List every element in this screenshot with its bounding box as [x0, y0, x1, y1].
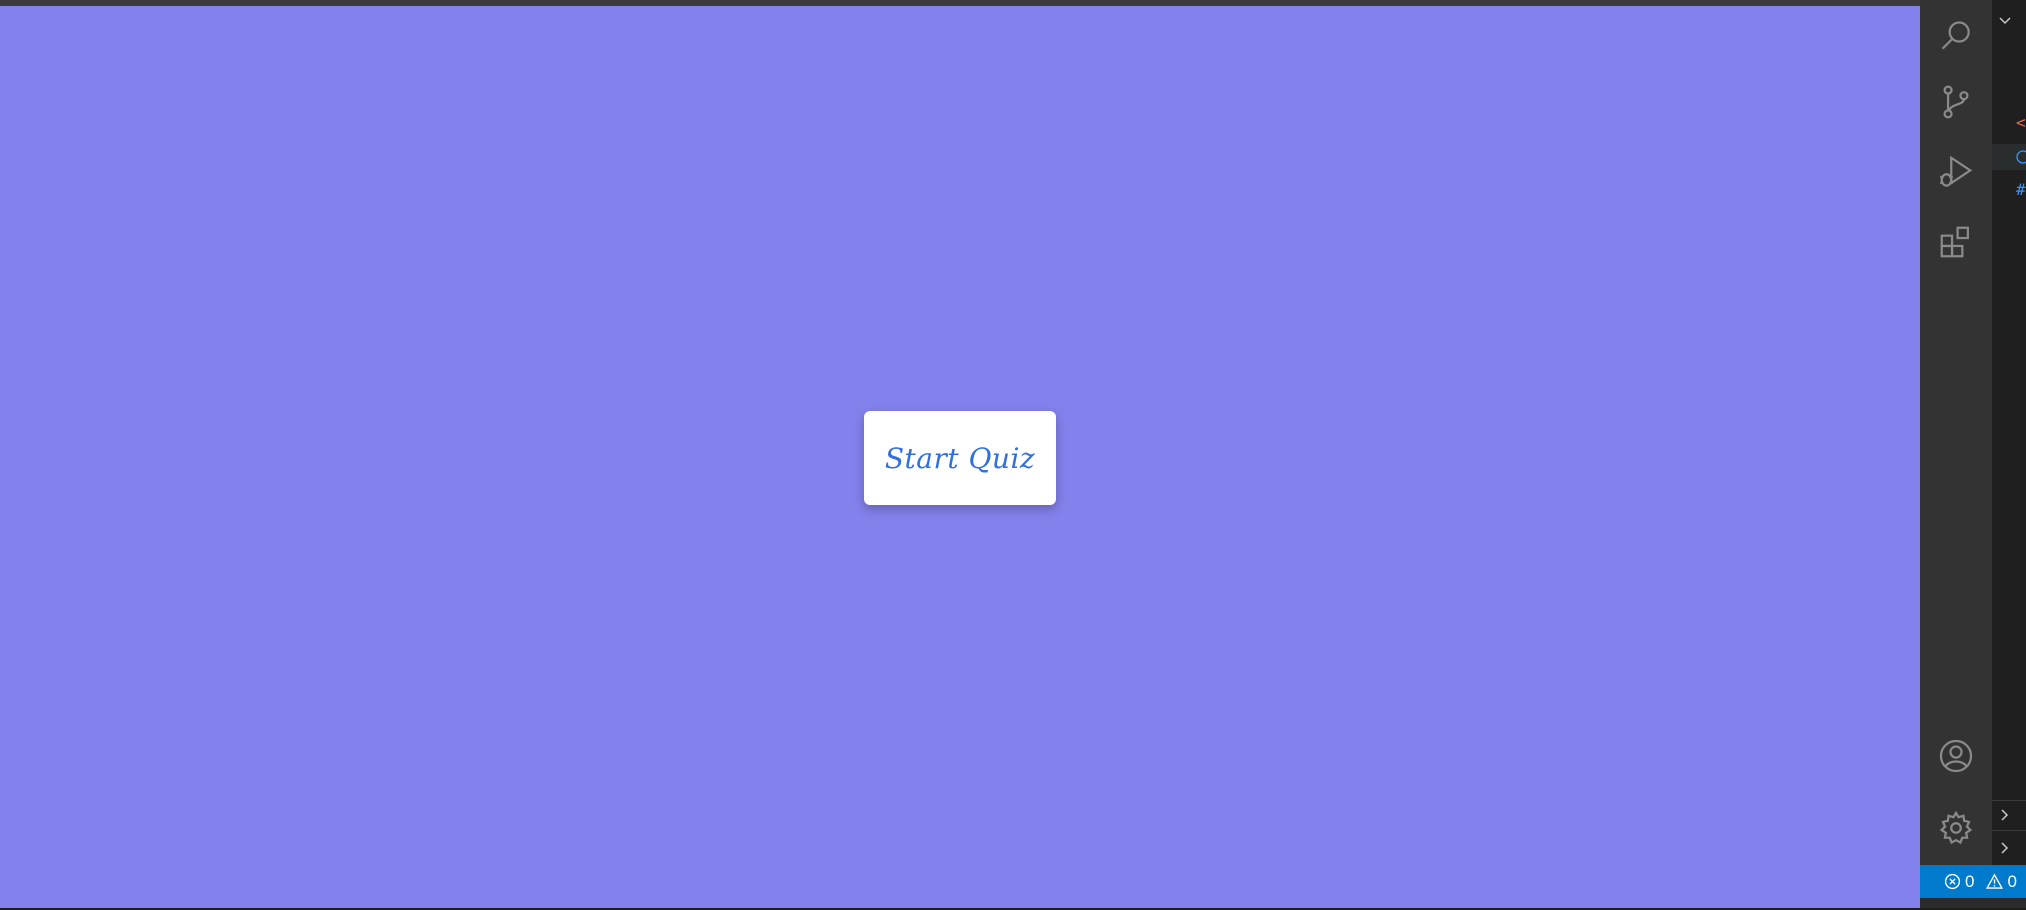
quiz-preview-pane: Start Quiz — [0, 6, 1920, 908]
info-icon — [2016, 150, 2026, 164]
code-glyph-tag: < — [2016, 113, 2026, 132]
warning-icon — [1986, 873, 2004, 889]
source-control-icon[interactable] — [1920, 66, 1992, 138]
chevron-down-icon[interactable] — [1998, 14, 2012, 28]
search-icon[interactable] — [1920, 0, 1992, 72]
run-debug-icon[interactable] — [1920, 136, 1992, 208]
editor-pane-edge: < # — [1992, 0, 2026, 865]
settings-gear-icon[interactable] — [1920, 792, 1992, 864]
problems-status-item[interactable]: 0 0 — [1920, 865, 2026, 898]
chevron-right-icon[interactable] — [1998, 841, 2012, 855]
error-count: 0 — [1965, 871, 1975, 891]
activity-bar — [1920, 0, 1992, 865]
code-glyph-hash: # — [2016, 180, 2026, 199]
panel-separator — [1992, 830, 2026, 831]
start-quiz-button[interactable]: Start Quiz — [864, 411, 1056, 505]
extensions-icon[interactable] — [1920, 206, 1992, 278]
panel-separator — [1992, 800, 2026, 801]
error-icon — [1944, 873, 1961, 890]
warning-count: 0 — [2007, 871, 2017, 891]
chevron-right-icon[interactable] — [1998, 808, 2012, 822]
start-quiz-label: Start Quiz — [884, 441, 1036, 475]
account-icon[interactable] — [1920, 720, 1992, 792]
status-bar-gap — [1920, 898, 2026, 908]
